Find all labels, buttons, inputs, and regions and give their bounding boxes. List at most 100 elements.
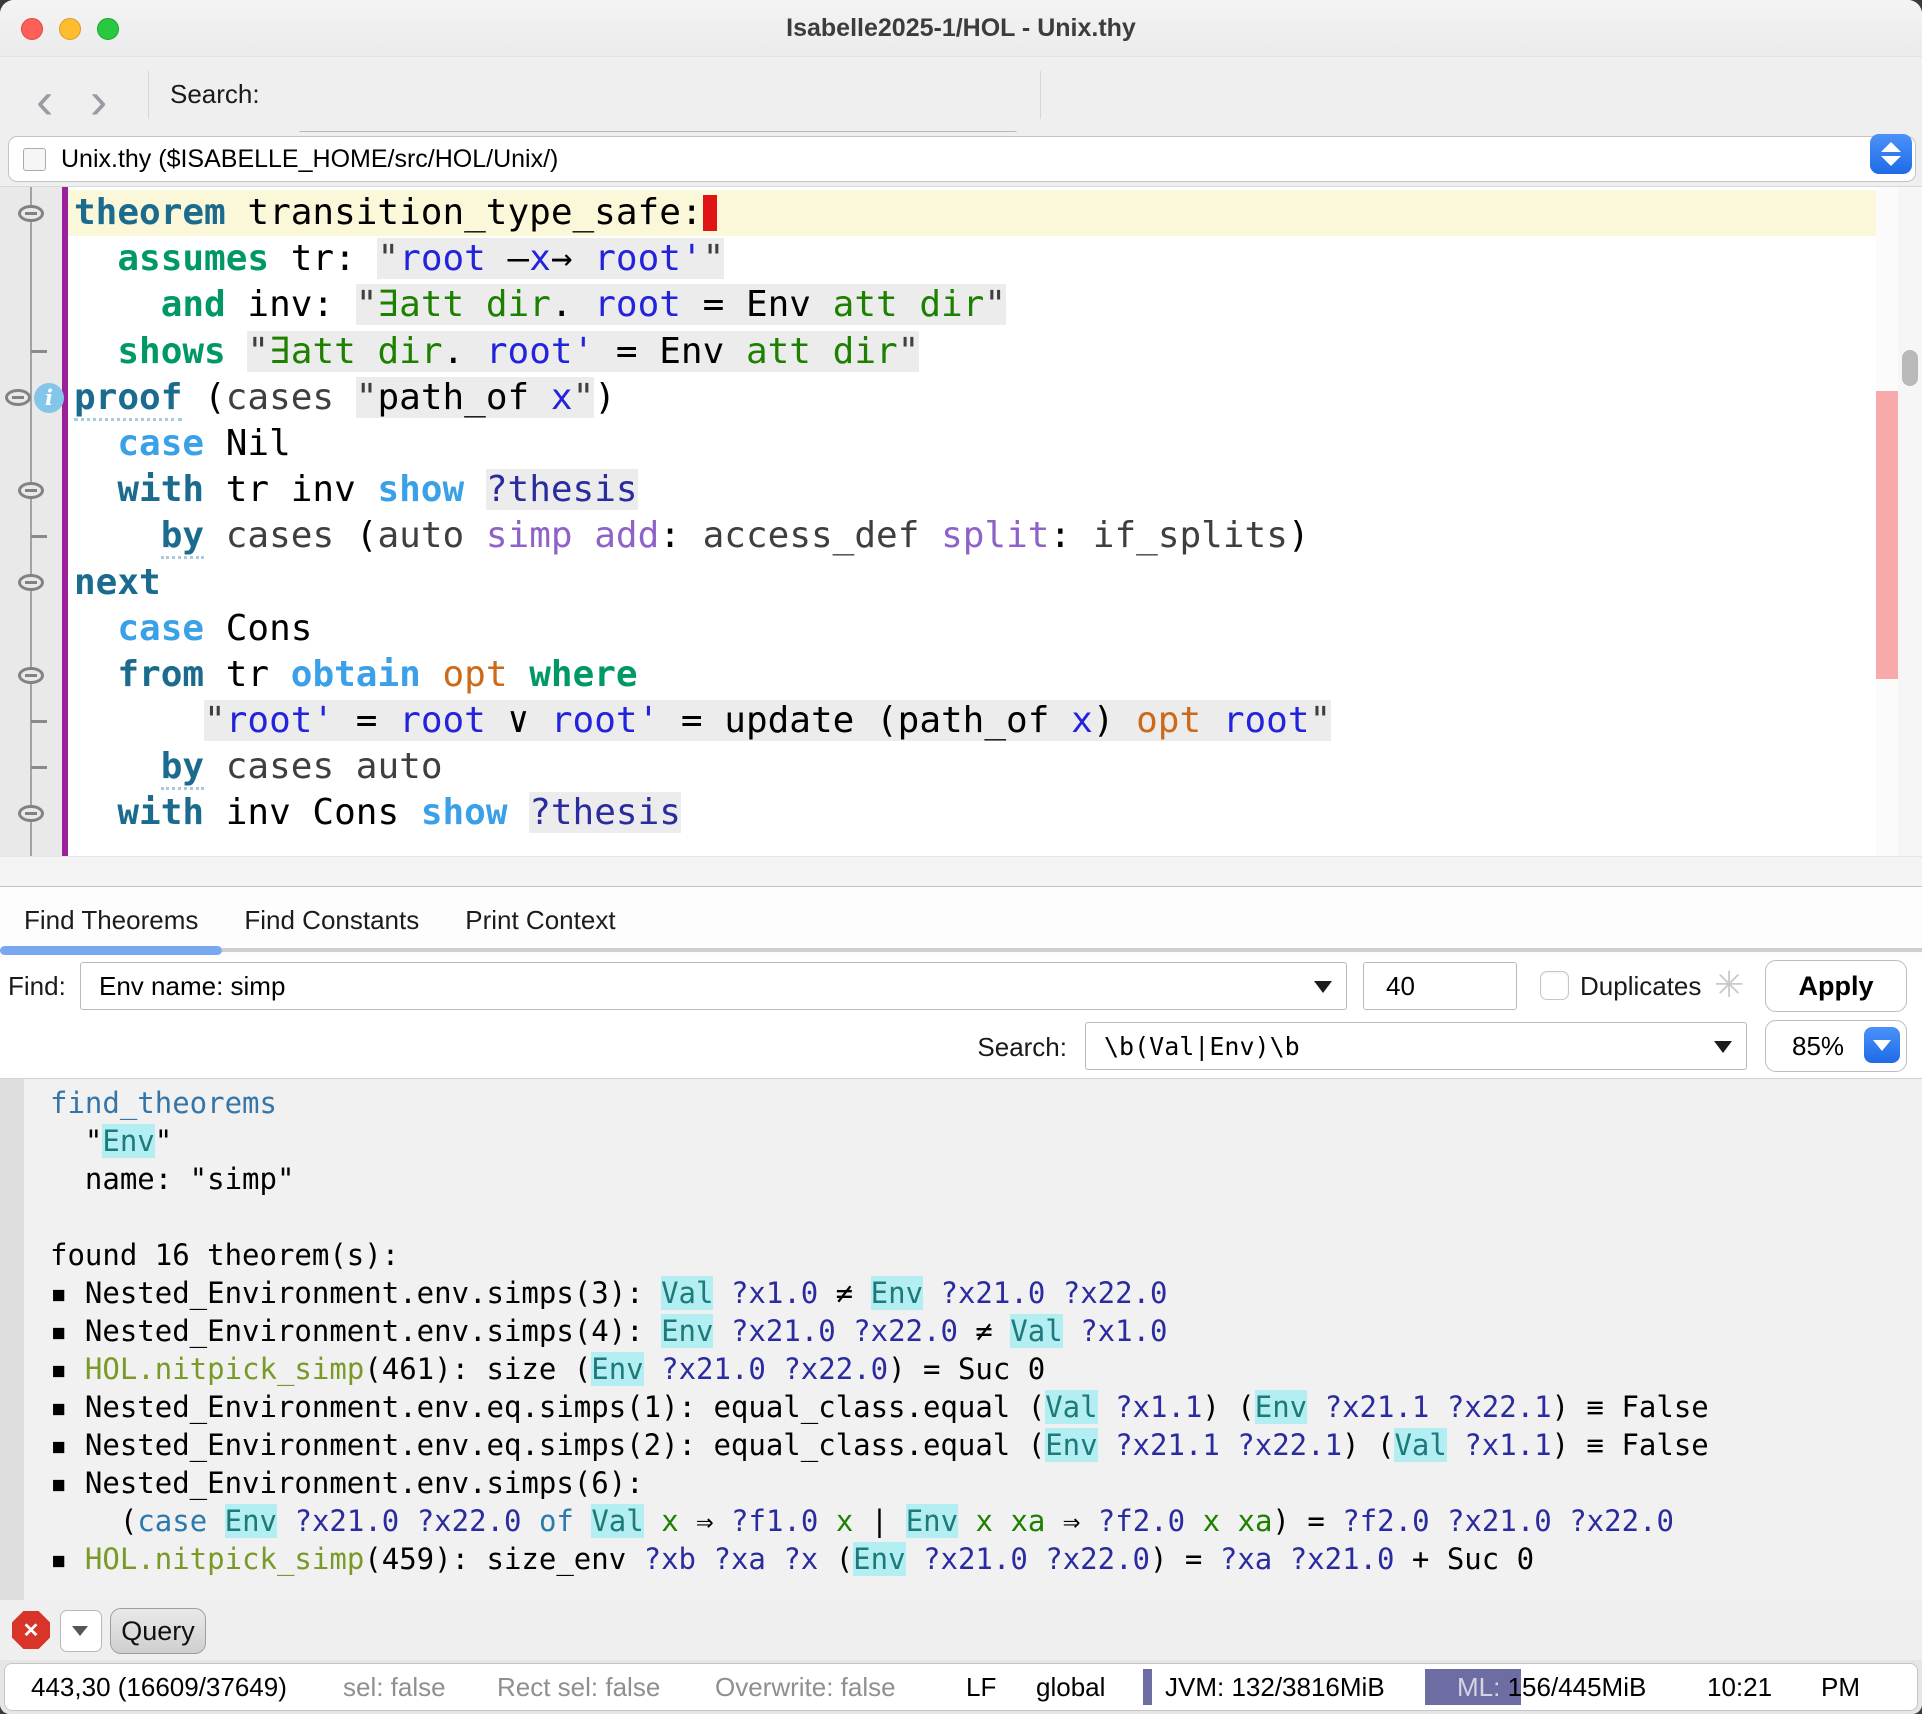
fold-tick-icon (31, 350, 47, 353)
output-search-value: \b(Val|Env)\b (1104, 1023, 1702, 1069)
output-lines: find_theorems "Env" name: "simp"found 16… (50, 1084, 1892, 1578)
output-search-input[interactable]: \b(Val|Env)\b (1085, 1022, 1747, 1070)
chevron-down-icon (1881, 156, 1901, 166)
overwrite-status: Overwrite: false (715, 1664, 896, 1710)
code-line[interactable]: case Cons (68, 606, 1876, 652)
fold-marker-icon[interactable] (5, 389, 31, 406)
jvm-memory-fill (1143, 1669, 1152, 1705)
zoom-value: 85% (1792, 1021, 1844, 1071)
code-line[interactable]: by cases auto (68, 744, 1876, 790)
app-window: Isabelle2025-1/HOL - Unix.thy ‹ › Search… (0, 0, 1922, 1714)
ml-memory-widget[interactable]: ML: 156/445MiB (1425, 1669, 1670, 1705)
line-separator: LF (966, 1664, 996, 1710)
status-bar: 443,30 (16609/37649) sel: false Rect sel… (0, 1660, 1922, 1714)
code-line[interactable]: assumes tr: "root —x→ root'" (68, 236, 1876, 282)
output-line: ▪ Nested_Environment.env.eq.simps(1): eq… (50, 1388, 1892, 1426)
find-label: Find: (8, 971, 66, 1002)
tab-find-constants[interactable]: Find Constants (244, 887, 419, 953)
code-area[interactable]: theorem transition_type_safe: assumes tr… (68, 190, 1876, 837)
tab-strip: Find Theorems Find Constants Print Context (0, 887, 1922, 953)
scrollbar-thumb[interactable] (1902, 350, 1918, 386)
error-overview-marker[interactable] (1876, 391, 1898, 679)
code-line[interactable]: with tr inv show ?thesis (68, 467, 1876, 513)
fold-tick-icon (31, 720, 47, 723)
find-theorems-output[interactable]: find_theorems "Env" name: "simp"found 16… (0, 1078, 1922, 1601)
tab-find-theorems[interactable]: Find Theorems (24, 887, 198, 953)
buffer-switch-stepper[interactable] (1870, 134, 1912, 174)
output-line: ▪ HOL.nitpick_simp(461): size (Env ?x21.… (50, 1350, 1892, 1388)
editor-horizontal-scrollbar[interactable] (0, 856, 1922, 887)
caret-position[interactable]: 443,30 (16609/37649) (31, 1664, 287, 1710)
editor-vertical-scrollbar[interactable] (1898, 187, 1922, 856)
fold-marker-icon[interactable] (18, 205, 44, 222)
output-line: ▪ Nested_Environment.env.simps(4): Env ?… (50, 1312, 1892, 1350)
edit-mode: global (1036, 1664, 1105, 1710)
history-forward-icon[interactable]: › (90, 61, 107, 141)
clock-ampm: PM (1821, 1664, 1860, 1710)
clock-time: 10:21 (1707, 1664, 1772, 1710)
fold-tick-icon (31, 766, 47, 769)
code-line[interactable]: next (68, 560, 1876, 606)
history-back-icon[interactable]: ‹ (36, 61, 53, 141)
find-query-input[interactable]: Env name: simp (80, 962, 1347, 1010)
buffer-selector[interactable]: Unix.thy ($ISABELLE_HOME/src/HOL/Unix/) (8, 136, 1916, 182)
tab-print-context[interactable]: Print Context (465, 887, 615, 953)
chevron-down-icon[interactable] (1314, 981, 1332, 993)
close-icon: ✕ (23, 1618, 40, 1643)
apply-button[interactable]: Apply (1765, 960, 1907, 1012)
code-line[interactable]: proof (cases "path_of x") (68, 375, 1876, 421)
fold-marker-icon[interactable] (18, 805, 44, 822)
query-button[interactable]: Query (110, 1608, 206, 1654)
query-panel-tabs: Find Theorems Find Constants Print Context (0, 886, 1922, 959)
ml-label-tail: 156/445MiB (1500, 1672, 1646, 1702)
text-cursor (703, 195, 717, 231)
code-line[interactable]: with inv Cons show ?thesis (68, 790, 1876, 836)
code-line[interactable]: case Nil (68, 421, 1876, 467)
output-search-label: Search: (967, 1032, 1067, 1063)
output-gutter (0, 1079, 24, 1601)
jvm-memory-widget[interactable]: JVM: 132/3816MiB (1143, 1669, 1401, 1705)
output-search-row: Search: \b(Val|Env)\b 85% (0, 1012, 1922, 1078)
chevron-down-icon[interactable] (1714, 1041, 1732, 1053)
query-dropdown-button[interactable] (60, 1610, 102, 1652)
info-icon[interactable]: i (34, 383, 64, 413)
code-line[interactable]: shows "∃att dir. root' = Env att dir" (68, 329, 1876, 375)
output-line: ▪ HOL.nitpick_simp(459): size_env ?xb ?x… (50, 1540, 1892, 1578)
editor-gutter[interactable]: i (0, 187, 68, 856)
output-line: find_theorems (50, 1084, 1892, 1122)
result-limit-input[interactable]: 40 (1363, 962, 1517, 1010)
selection-status: sel: false (343, 1664, 446, 1710)
title-bar: Isabelle2025-1/HOL - Unix.thy (0, 0, 1922, 57)
result-limit-value: 40 (1386, 963, 1415, 1009)
fold-marker-icon[interactable] (18, 667, 44, 684)
incremental-search-label: Search: (170, 79, 260, 110)
code-line[interactable]: by cases (auto simp add: access_def spli… (68, 513, 1876, 559)
active-tab-indicator (0, 946, 222, 955)
fold-marker-icon[interactable] (18, 482, 44, 499)
zoom-control[interactable]: 85% (1765, 1020, 1907, 1072)
fold-tick-icon (31, 535, 47, 538)
status-field: 443,30 (16609/37649) sel: false Rect sel… (4, 1663, 1918, 1711)
output-line: found 16 theorem(s): (50, 1236, 1892, 1274)
code-line[interactable]: "root' = root ∨ root' = update (path_of … (68, 698, 1876, 744)
toolbar-divider (148, 71, 149, 119)
duplicates-label: Duplicates (1580, 971, 1701, 1002)
fold-marker-icon[interactable] (18, 574, 44, 591)
toolbar-divider (1040, 71, 1041, 119)
buffer-bar: Unix.thy ($ISABELLE_HOME/src/HOL/Unix/) (0, 132, 1922, 187)
duplicates-checkbox[interactable] (1540, 971, 1569, 1000)
output-line: name: "simp" (50, 1160, 1892, 1198)
window-title: Isabelle2025-1/HOL - Unix.thy (0, 0, 1922, 56)
query-controls: ✕ Query (0, 1600, 1922, 1660)
busy-spinner-icon: ✳ (1714, 964, 1744, 1006)
error-overview-strip (1876, 187, 1898, 856)
code-line[interactable]: from tr obtain opt where (68, 652, 1876, 698)
find-query-value: Env name: simp (99, 963, 1302, 1009)
code-line[interactable]: and inv: "∃att dir. root = Env att dir" (68, 282, 1876, 328)
output-line: ▪ Nested_Environment.env.eq.simps(2): eq… (50, 1426, 1892, 1464)
zoom-dropdown-button[interactable] (1864, 1027, 1900, 1063)
stop-button[interactable]: ✕ (12, 1611, 50, 1649)
find-row: Find: Env name: simp 40 Duplicates ✳ App… (0, 958, 1922, 1012)
code-line[interactable]: theorem transition_type_safe: (68, 190, 1876, 236)
text-editor[interactable]: i theorem transition_type_safe: assumes … (0, 187, 1922, 856)
